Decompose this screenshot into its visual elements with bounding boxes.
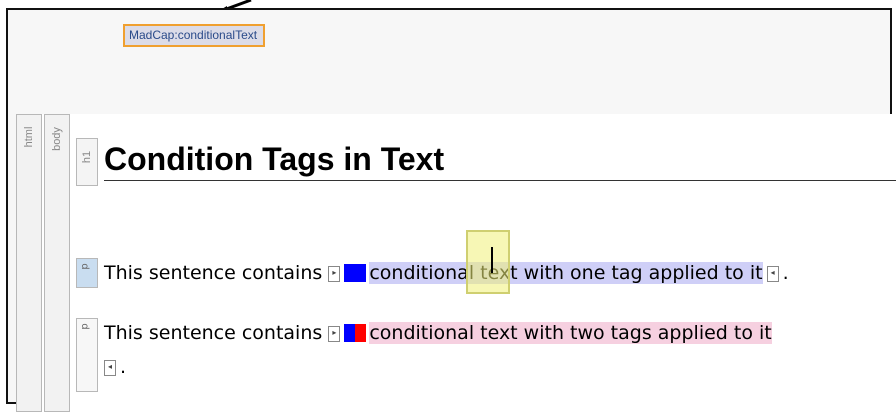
paragraph-1-tail: .	[782, 262, 789, 284]
paragraph-1[interactable]: This sentence contains ▸ conditional text…	[104, 258, 789, 288]
paragraph-2[interactable]: This sentence contains ▸ conditional text…	[104, 318, 772, 348]
paragraph-2-tail: .	[120, 356, 127, 378]
conditional-end-bracket[interactable]: ◂	[766, 265, 779, 282]
editor-frame: MadCap:conditionalText html body h1 Cond…	[6, 8, 896, 412]
structure-bar-body[interactable]: body	[44, 114, 70, 412]
structure-bar-html-label: html	[23, 126, 35, 148]
xml-editor-pane[interactable]: html body h1 Condition Tags in Text p Th…	[16, 114, 896, 412]
structure-bar-p-2-label: p	[79, 323, 91, 330]
structure-bar-p-2[interactable]: p	[76, 318, 98, 392]
element-tooltip: MadCap:conditionalText	[123, 24, 266, 47]
text-caret	[491, 247, 493, 273]
paragraph-2-line-2[interactable]: ◂.	[104, 352, 126, 382]
conditional-text-two-tags[interactable]: conditional text with two tags applied t…	[369, 322, 772, 344]
condition-tag-blue-swatch	[344, 324, 356, 342]
cursor-highlight	[466, 230, 510, 294]
structure-bar-h1-label: h1	[81, 150, 93, 164]
conditional-text-one-tag[interactable]: conditional text with one tag applied to…	[369, 262, 763, 284]
conditional-start-bracket[interactable]: ▸	[328, 325, 341, 342]
structure-bar-p-1[interactable]: p	[76, 258, 98, 288]
condition-tag-blue-swatch	[344, 264, 367, 282]
conditional-end-bracket[interactable]: ◂	[104, 359, 116, 376]
structure-bar-p-1-label: p	[79, 263, 91, 270]
structure-bar-html[interactable]: html	[16, 114, 42, 412]
conditional-start-bracket[interactable]: ▸	[328, 265, 341, 282]
paragraph-1-lead: This sentence contains	[104, 262, 329, 284]
structure-bar-body-label: body	[51, 127, 63, 151]
paragraph-2-lead: This sentence contains	[104, 322, 329, 344]
structure-bar-h1[interactable]: h1	[76, 138, 98, 186]
condition-tag-red-swatch	[355, 324, 367, 342]
page-heading[interactable]: Condition Tags in Text	[104, 138, 896, 181]
